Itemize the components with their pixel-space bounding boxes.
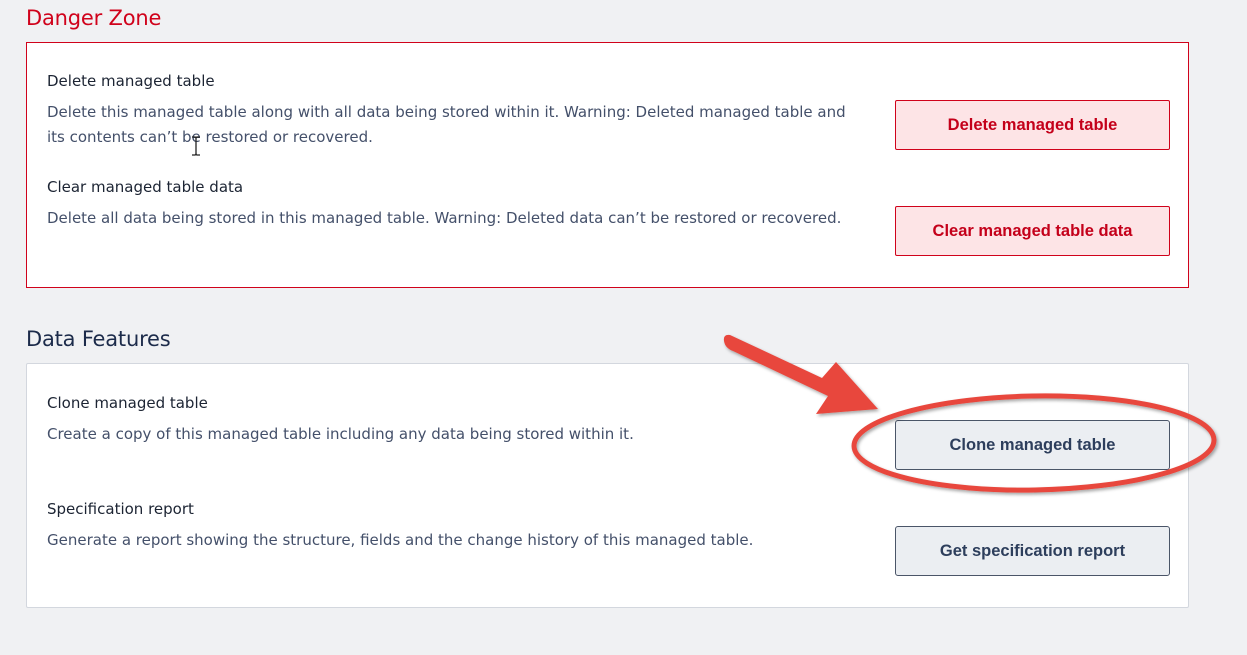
clone-managed-table-button[interactable]: Clone managed table <box>895 420 1170 470</box>
clone-table-title: Clone managed table <box>47 394 208 412</box>
delete-managed-table-button[interactable]: Delete managed table <box>895 100 1170 150</box>
get-specification-report-button[interactable]: Get specification report <box>895 526 1170 576</box>
delete-table-description: Delete this managed table along with all… <box>47 103 846 146</box>
clear-managed-table-data-button[interactable]: Clear managed table data <box>895 206 1170 256</box>
clone-table-description: Create a copy of this managed table incl… <box>47 425 634 443</box>
delete-table-title: Delete managed table <box>47 72 215 90</box>
danger-zone-panel: Delete managed table Delete this managed… <box>26 42 1189 288</box>
text-cursor-icon <box>192 136 200 156</box>
data-features-title: Data Features <box>26 327 171 351</box>
danger-zone-title: Danger Zone <box>26 6 162 30</box>
clear-data-description: Delete all data being stored in this man… <box>47 209 842 227</box>
specification-report-title: Specification report <box>47 500 194 518</box>
clear-data-title: Clear managed table data <box>47 178 244 196</box>
specification-report-description: Generate a report showing the structure,… <box>47 531 754 549</box>
data-features-panel: Clone managed table Create a copy of thi… <box>26 363 1189 608</box>
